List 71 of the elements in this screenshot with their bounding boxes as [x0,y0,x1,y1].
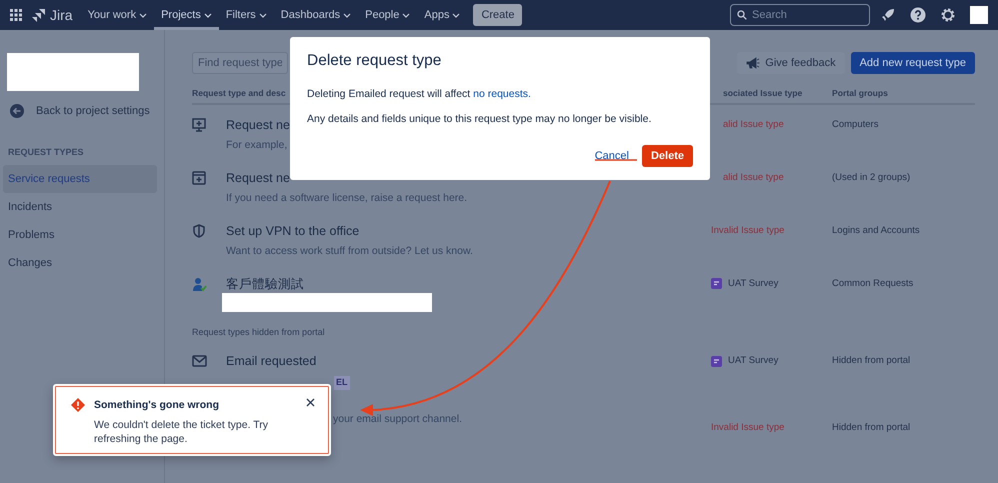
product-logo[interactable]: Jira [32,4,73,26]
request-type-title[interactable]: Email requested [226,353,711,370]
section-heading: Request types hidden from portal [192,326,326,339]
nav-menu[interactable]: Apps [417,0,468,30]
rocket-icon[interactable] [880,7,896,23]
settings-icon[interactable] [940,7,956,23]
user-icon [192,276,207,292]
request-type-description: your email support channel. [333,412,463,426]
toolbar-button[interactable]: Add new request type [850,52,975,74]
sidebar-item[interactable]: Problems [3,221,157,249]
portal-group: Common Requests [832,276,975,292]
flag-title: Something's gone wrong [94,398,220,413]
nav-menu[interactable]: Filters [218,0,274,30]
annotation-underline [595,159,637,161]
issue-type: UAT Survey [728,276,778,291]
nav-menu[interactable]: Your work [80,0,154,30]
issue-type: Invalid Issue type [711,224,784,238]
survey-icon [711,356,722,367]
chevron-icon [402,12,410,18]
portal-group: Logins and Accounts [832,222,975,239]
dialog-message: Deleting Emailed request will affect no requests. [307,86,532,102]
back-icon[interactable] [10,104,24,118]
chevron-icon [139,12,148,18]
delete-button[interactable]: Delete [642,145,693,168]
cancel-button[interactable]: Cancel [590,145,634,168]
request-type-description: Want to access work stuff from outside? Let us know. [226,244,474,258]
monitor-icon [192,118,207,133]
nav-menu[interactable]: Projects [154,0,219,30]
issue-type: Invalid Issue type [711,421,784,436]
requests-link[interactable]: no requests. [473,88,531,100]
issue-type: alid Issue type [723,118,784,132]
column-header: sociated Issue type [723,88,802,98]
create-button[interactable]: Create [473,4,522,26]
envelope-icon [192,354,207,370]
chevron-icon [343,12,352,18]
error-icon [71,398,85,412]
shield-icon [192,224,207,239]
logo-icon [32,8,46,22]
help-icon[interactable] [910,7,926,23]
app-switcher-icon[interactable] [10,9,22,21]
search-field[interactable]: Search [730,4,870,26]
issue-type: alid Issue type [723,170,784,185]
request-type-title[interactable]: Set up VPN to the office [226,222,711,239]
lozenge: EL [334,376,350,390]
column-header: Request type and desc [192,88,286,98]
issue-type: UAT Survey [728,354,778,368]
request-type-description: For example, [226,138,288,152]
portal-group: (Used in 2 groups) [832,170,975,186]
back-link[interactable]: Back to project settings [36,103,150,120]
chevron-icon [452,12,460,18]
survey-icon [711,278,722,290]
close-icon[interactable] [306,398,315,407]
portal-group: Hidden from portal [832,353,975,370]
toolbar-button[interactable]: Give feedback [737,52,845,74]
request-type-description: If you need a software license, raise a request here. [226,190,468,205]
dialog-title: Delete request type [307,52,442,71]
sidebar-item[interactable]: Changes [3,249,157,277]
chevron-icon [204,12,212,18]
portal-group: Hidden from portal [832,420,975,436]
chevron-icon [258,12,267,18]
request-type-title[interactable]: 客戶體驗測試 [226,276,711,292]
column-header: Portal groups [832,88,888,98]
nav-menu[interactable]: People [358,0,418,30]
nav-menu[interactable]: Dashboards [274,0,358,30]
portal-group: Computers [832,116,975,133]
window-icon [192,170,207,186]
flag-message: We couldn't delete the ticket type. Try refreshing the page. [94,418,269,446]
megaphone-icon [746,57,760,69]
section-heading: REQUEST TYPES [8,146,85,159]
sidebar-item[interactable]: Incidents [3,193,157,221]
dialog-note: Any details and fields unique to this request type may no longer be visible. [307,112,652,128]
